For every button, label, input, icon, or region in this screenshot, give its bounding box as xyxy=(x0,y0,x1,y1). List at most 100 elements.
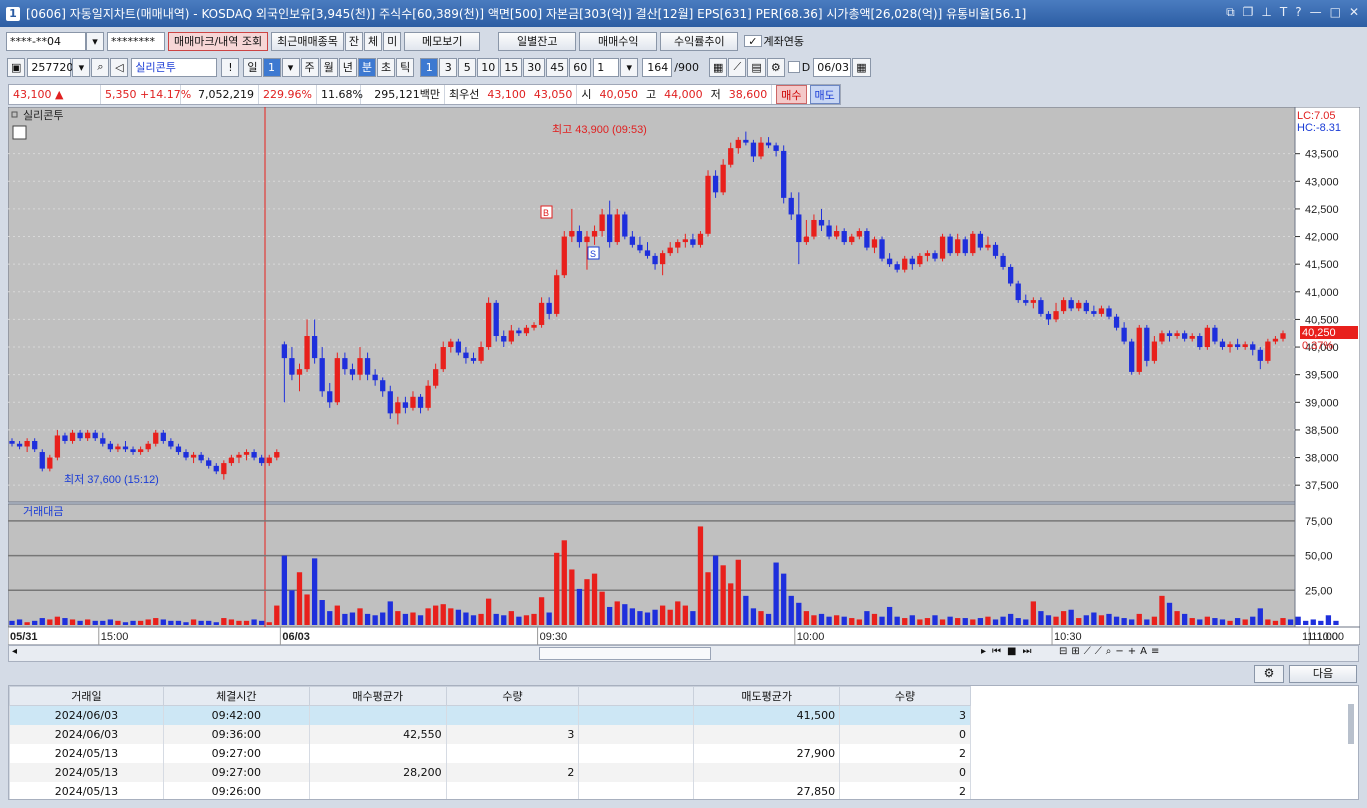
candle-body[interactable] xyxy=(1151,341,1158,361)
volume-bar[interactable] xyxy=(274,605,280,625)
account-dropdown-icon[interactable]: ▾ xyxy=(86,31,104,51)
candle-body[interactable] xyxy=(1219,341,1226,348)
daily-balance-button[interactable]: 일별잔고 xyxy=(498,31,577,51)
volume-bar[interactable] xyxy=(675,601,681,625)
candle-body[interactable] xyxy=(24,440,30,447)
volume-bar[interactable] xyxy=(765,613,772,625)
candle-body[interactable] xyxy=(493,302,499,337)
candle-body[interactable] xyxy=(440,347,446,370)
candle-body[interactable] xyxy=(622,214,628,237)
candle-body[interactable] xyxy=(251,452,257,458)
volume-bar[interactable] xyxy=(1151,616,1158,625)
volume-bar[interactable] xyxy=(425,608,431,625)
candle-body[interactable] xyxy=(1136,327,1142,372)
volume-bar[interactable] xyxy=(652,609,658,625)
volume-bar[interactable] xyxy=(599,591,605,625)
table-row[interactable]: 2024/05/13 09:26:00 27,850 2 xyxy=(9,781,971,799)
candle-body[interactable] xyxy=(992,244,999,256)
volume-bar[interactable] xyxy=(803,611,810,625)
candle-body[interactable] xyxy=(894,264,900,270)
chart-scrollbar[interactable]: ◂ ▸⏮■⏭ ⊟⊞⟋⟋⌕−+A≡ xyxy=(8,645,1359,662)
volume-bar[interactable] xyxy=(932,615,938,625)
candle-body[interactable] xyxy=(864,231,870,248)
period-year[interactable]: 년 xyxy=(338,57,357,77)
candle-body[interactable] xyxy=(554,275,560,314)
volume-bar[interactable] xyxy=(538,597,545,625)
candle-body[interactable] xyxy=(939,236,946,259)
volume-bar[interactable] xyxy=(1068,609,1074,625)
interval-30[interactable]: 30 xyxy=(523,57,546,77)
col-buy-avg[interactable]: 매수평균가 xyxy=(308,686,447,706)
volume-bar[interactable] xyxy=(69,619,76,625)
volume-bar[interactable] xyxy=(955,618,961,625)
candle-body[interactable] xyxy=(924,253,931,256)
candle-body[interactable] xyxy=(1227,344,1233,348)
candle-body[interactable] xyxy=(137,449,144,453)
candle-body[interactable] xyxy=(1182,333,1188,339)
volume-bar[interactable] xyxy=(826,616,832,625)
volume-bar[interactable] xyxy=(160,619,166,625)
volume-bar[interactable] xyxy=(1076,618,1082,625)
candle-body[interactable] xyxy=(773,145,779,151)
period-tick[interactable]: 틱 xyxy=(396,57,415,77)
candle-body[interactable] xyxy=(54,435,61,458)
stock-code-input[interactable]: 257720 xyxy=(27,57,73,77)
candle-body[interactable] xyxy=(690,239,696,245)
candle-body[interactable] xyxy=(856,231,862,237)
volume-bar[interactable] xyxy=(569,569,575,625)
candle-body[interactable] xyxy=(1121,327,1127,342)
volume-bar[interactable] xyxy=(485,598,492,625)
candle-body[interactable] xyxy=(380,380,386,392)
count-dropdown-icon[interactable]: ▾ xyxy=(620,57,639,77)
volume-bar[interactable] xyxy=(32,620,38,625)
candle-body[interactable] xyxy=(977,233,984,248)
volume-bar[interactable] xyxy=(531,613,537,625)
volume-bar[interactable] xyxy=(1091,612,1097,625)
candle-body[interactable] xyxy=(962,239,968,254)
volume-bar[interactable] xyxy=(1045,615,1052,625)
candle-body[interactable] xyxy=(304,336,310,370)
candle-body[interactable] xyxy=(1174,333,1180,337)
candle-body[interactable] xyxy=(1272,338,1279,342)
volume-bar[interactable] xyxy=(311,558,318,625)
table-row[interactable]: 2024/05/13 09:27:00 27,900 2 xyxy=(9,743,971,763)
volume-bar[interactable] xyxy=(917,619,923,625)
candle-body[interactable] xyxy=(342,358,348,370)
candle-body[interactable] xyxy=(1000,255,1006,267)
volume-bar[interactable] xyxy=(705,572,711,625)
volume-bar[interactable] xyxy=(228,619,235,625)
volume-bar[interactable] xyxy=(667,609,673,625)
candle-body[interactable] xyxy=(213,465,219,472)
password-input[interactable]: ******** xyxy=(107,31,165,51)
volume-bar[interactable] xyxy=(1242,619,1248,625)
volume-bar[interactable] xyxy=(622,604,628,625)
interval-10[interactable]: 10 xyxy=(477,57,500,77)
volume-bar[interactable] xyxy=(175,620,182,625)
volume-bar[interactable] xyxy=(1166,602,1173,625)
trade-profit-button[interactable]: 매매수익 xyxy=(579,31,658,51)
date-input[interactable]: 06/03 xyxy=(813,57,852,77)
volume-bar[interactable] xyxy=(1182,613,1188,625)
candle-body[interactable] xyxy=(1007,266,1014,284)
col-blank[interactable] xyxy=(578,686,695,706)
volume-bar[interactable] xyxy=(841,616,847,625)
volume-bar[interactable] xyxy=(440,604,446,625)
period-minute[interactable]: 분 xyxy=(357,57,377,77)
volume-bar[interactable] xyxy=(364,613,371,625)
volume-bar[interactable] xyxy=(1227,620,1233,625)
candle-body[interactable] xyxy=(402,402,409,408)
candle-body[interactable] xyxy=(387,391,393,414)
candle-body[interactable] xyxy=(675,242,681,248)
period-day-count[interactable]: 1 xyxy=(262,57,281,77)
candle-body[interactable] xyxy=(433,369,439,386)
candle-body[interactable] xyxy=(886,258,893,265)
candle-body[interactable] xyxy=(122,446,129,450)
volume-bar[interactable] xyxy=(198,620,204,625)
volume-bar[interactable] xyxy=(697,526,704,625)
candle-body[interactable] xyxy=(1023,300,1029,303)
candle-body[interactable] xyxy=(826,225,832,237)
volume-bar[interactable] xyxy=(1030,601,1036,625)
volume-bar[interactable] xyxy=(448,608,454,625)
volume-bar[interactable] xyxy=(1098,615,1105,625)
candle-body[interactable] xyxy=(448,341,454,348)
